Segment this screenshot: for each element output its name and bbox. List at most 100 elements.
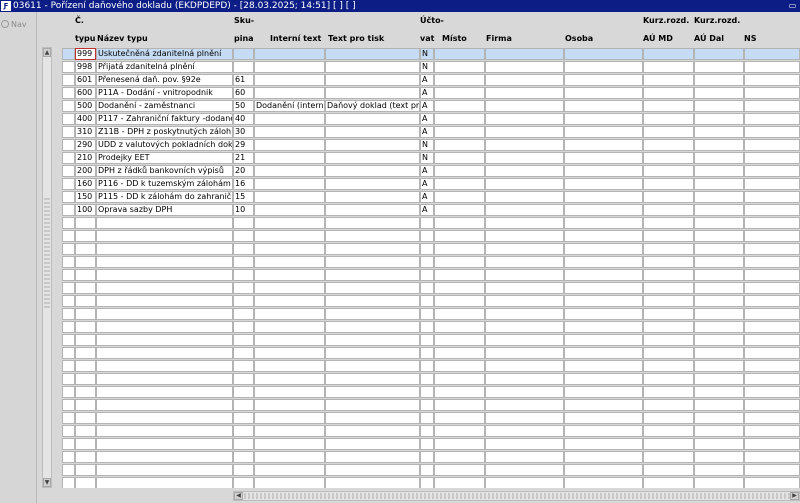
table-row[interactable]: 999 Uskutečněná zdanitelná plnění N bbox=[62, 48, 800, 61]
type-number-field[interactable]: 601 bbox=[75, 74, 96, 86]
table-row[interactable]: 160 P116 - DD k tuzemským zálohám 16 A bbox=[62, 178, 800, 191]
ns-field[interactable] bbox=[744, 256, 800, 268]
internal-text-field[interactable] bbox=[254, 256, 325, 268]
row-indicator[interactable] bbox=[62, 152, 75, 164]
type-name-field[interactable] bbox=[96, 360, 233, 372]
ns-field[interactable] bbox=[744, 139, 800, 151]
person-field[interactable] bbox=[564, 48, 643, 60]
place-field[interactable] bbox=[434, 165, 485, 177]
place-field[interactable] bbox=[434, 113, 485, 125]
company-field[interactable] bbox=[485, 321, 564, 333]
row-indicator[interactable] bbox=[62, 451, 75, 463]
rate-diff-md-field[interactable] bbox=[643, 412, 694, 424]
ns-field[interactable] bbox=[744, 165, 800, 177]
rate-diff-md-field[interactable] bbox=[643, 282, 694, 294]
posting-field[interactable] bbox=[420, 347, 434, 359]
type-number-field[interactable] bbox=[75, 308, 96, 320]
person-field[interactable] bbox=[564, 217, 643, 229]
person-field[interactable] bbox=[564, 178, 643, 190]
type-number-field[interactable] bbox=[75, 399, 96, 411]
type-number-field[interactable] bbox=[75, 386, 96, 398]
table-row[interactable]: 200 DPH z řádků bankovních výpisů 20 A bbox=[62, 165, 800, 178]
ns-field[interactable] bbox=[744, 464, 800, 476]
person-field[interactable] bbox=[564, 282, 643, 294]
print-text-field[interactable] bbox=[325, 61, 420, 73]
rate-diff-dal-field[interactable] bbox=[694, 399, 744, 411]
internal-text-field[interactable] bbox=[254, 412, 325, 424]
print-text-field[interactable] bbox=[325, 464, 420, 476]
posting-field[interactable] bbox=[420, 360, 434, 372]
person-field[interactable] bbox=[564, 230, 643, 242]
table-row[interactable] bbox=[62, 282, 800, 295]
internal-text-field[interactable] bbox=[254, 87, 325, 99]
table-row[interactable] bbox=[62, 373, 800, 386]
type-name-field[interactable] bbox=[96, 347, 233, 359]
group-field[interactable] bbox=[233, 256, 254, 268]
type-number-field[interactable]: 310 bbox=[75, 126, 96, 138]
horizontal-scroll-thumb[interactable] bbox=[244, 493, 790, 499]
table-row[interactable] bbox=[62, 386, 800, 399]
internal-text-field[interactable] bbox=[254, 74, 325, 86]
type-number-field[interactable] bbox=[75, 321, 96, 333]
place-field[interactable] bbox=[434, 334, 485, 346]
row-indicator[interactable] bbox=[62, 308, 75, 320]
table-row[interactable] bbox=[62, 321, 800, 334]
type-number-field[interactable]: 200 bbox=[75, 165, 96, 177]
group-field[interactable] bbox=[233, 438, 254, 450]
print-text-field[interactable] bbox=[325, 256, 420, 268]
group-field[interactable]: 30 bbox=[233, 126, 254, 138]
type-name-field[interactable]: Prodejky EET bbox=[96, 152, 233, 164]
rate-diff-dal-field[interactable] bbox=[694, 165, 744, 177]
row-indicator[interactable] bbox=[62, 191, 75, 203]
type-name-field[interactable] bbox=[96, 464, 233, 476]
place-field[interactable] bbox=[434, 477, 485, 488]
company-field[interactable] bbox=[485, 126, 564, 138]
rate-diff-dal-field[interactable] bbox=[694, 425, 744, 437]
posting-field[interactable] bbox=[420, 243, 434, 255]
rate-diff-md-field[interactable] bbox=[643, 113, 694, 125]
type-number-field[interactable] bbox=[75, 230, 96, 242]
person-field[interactable] bbox=[564, 399, 643, 411]
group-field[interactable]: 40 bbox=[233, 113, 254, 125]
row-indicator[interactable] bbox=[62, 282, 75, 294]
company-field[interactable] bbox=[485, 269, 564, 281]
internal-text-field[interactable] bbox=[254, 334, 325, 346]
rate-diff-md-field[interactable] bbox=[643, 334, 694, 346]
rate-diff-dal-field[interactable] bbox=[694, 347, 744, 359]
row-indicator[interactable] bbox=[62, 87, 75, 99]
internal-text-field[interactable] bbox=[254, 191, 325, 203]
table-row[interactable]: 500 Dodanění - zaměstnanci 50 Dodanění (int… bbox=[62, 100, 800, 113]
row-indicator[interactable] bbox=[62, 48, 75, 60]
place-field[interactable] bbox=[434, 464, 485, 476]
rate-diff-md-field[interactable] bbox=[643, 87, 694, 99]
row-indicator[interactable] bbox=[62, 243, 75, 255]
print-text-field[interactable] bbox=[325, 373, 420, 385]
row-indicator[interactable] bbox=[62, 321, 75, 333]
ns-field[interactable] bbox=[744, 230, 800, 242]
place-field[interactable] bbox=[434, 308, 485, 320]
row-indicator[interactable] bbox=[62, 113, 75, 125]
print-text-field[interactable] bbox=[325, 334, 420, 346]
type-name-field[interactable] bbox=[96, 373, 233, 385]
print-text-field[interactable] bbox=[325, 412, 420, 424]
print-text-field[interactable] bbox=[325, 204, 420, 216]
print-text-field[interactable] bbox=[325, 74, 420, 86]
company-field[interactable] bbox=[485, 243, 564, 255]
internal-text-field[interactable] bbox=[254, 61, 325, 73]
table-row[interactable]: 290 UDD z valutových pokladních dokla 29 N bbox=[62, 139, 800, 152]
group-field[interactable] bbox=[233, 412, 254, 424]
rate-diff-dal-field[interactable] bbox=[694, 269, 744, 281]
person-field[interactable] bbox=[564, 386, 643, 398]
group-field[interactable]: 16 bbox=[233, 178, 254, 190]
internal-text-field[interactable] bbox=[254, 360, 325, 372]
type-name-field[interactable] bbox=[96, 269, 233, 281]
group-field[interactable] bbox=[233, 347, 254, 359]
print-text-field[interactable] bbox=[325, 347, 420, 359]
group-field[interactable] bbox=[233, 334, 254, 346]
posting-field[interactable]: A bbox=[420, 74, 434, 86]
group-field[interactable] bbox=[233, 373, 254, 385]
row-indicator[interactable] bbox=[62, 165, 75, 177]
group-field[interactable]: 50 bbox=[233, 100, 254, 112]
type-name-field[interactable]: P117 - Zahraniční faktury -dodanění bbox=[96, 113, 233, 125]
type-name-field[interactable]: Dodanění - zaměstnanci bbox=[96, 100, 233, 112]
